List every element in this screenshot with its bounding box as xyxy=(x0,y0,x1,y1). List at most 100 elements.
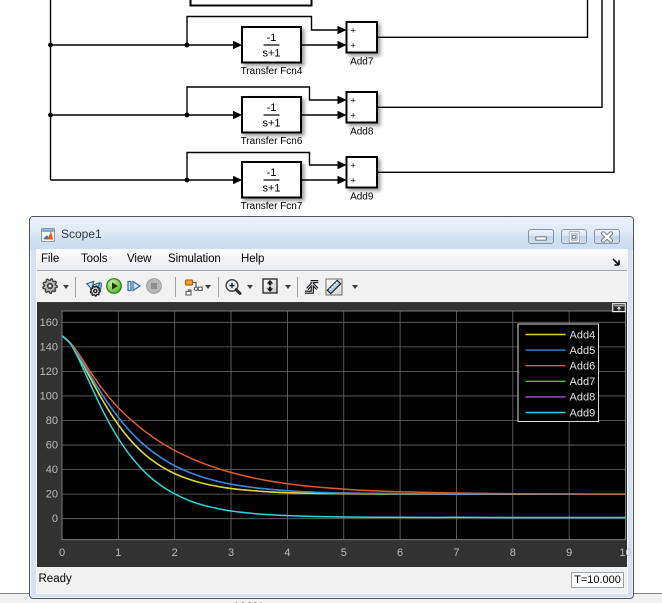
x-tick-label: 1 xyxy=(115,547,121,559)
signal-arrowhead xyxy=(233,41,242,50)
restore-icon-core xyxy=(573,235,576,238)
simulation-config-button[interactable] xyxy=(83,278,102,297)
signal-arrowhead xyxy=(338,161,347,170)
icon-canvas xyxy=(262,278,278,294)
signal-line xyxy=(377,0,602,107)
autoscale-button[interactable] xyxy=(262,278,278,297)
restore-button[interactable] xyxy=(561,229,587,244)
diagram-row: -1s+1Transfer Fcn4++Add7 xyxy=(241,22,377,77)
transfer-fcn-block: -1s+1 xyxy=(242,97,301,133)
measurements-button[interactable] xyxy=(325,278,343,297)
scope-toolbar xyxy=(37,272,627,303)
menu-item-file[interactable]: File xyxy=(41,253,59,265)
signal-arrowhead xyxy=(338,96,347,105)
play-button[interactable] xyxy=(106,278,122,297)
legend-label: Add5 xyxy=(570,345,596,357)
icon-canvas xyxy=(42,278,58,294)
screenshot-stage: -1s+1Transfer Fcn4++Add7-1s+1Transfer Fc… xyxy=(0,0,662,603)
x-tick-label: 5 xyxy=(341,547,347,559)
icon-canvas xyxy=(106,278,122,294)
selector-block-right xyxy=(198,287,202,290)
signal-selector-dropdown-arrow[interactable] xyxy=(205,285,211,289)
magnifier-handle xyxy=(236,290,240,294)
menubar-dock-arrow[interactable] xyxy=(612,258,621,267)
signal-arrowhead xyxy=(338,176,347,185)
icon-canvas xyxy=(126,278,142,294)
autoscale-dropdown-arrow[interactable] xyxy=(285,285,291,289)
small-gear-hole xyxy=(94,289,97,292)
legend-label: Add9 xyxy=(570,407,596,419)
zoom-dropdown-arrow[interactable] xyxy=(247,285,253,289)
tf-denominator: s+1 xyxy=(262,118,280,130)
diagram-row: -1s+1Transfer Fcn6++Add8 xyxy=(241,92,377,147)
plus-sign: + xyxy=(351,41,356,51)
menu-item-tools[interactable]: Tools xyxy=(81,253,107,265)
plus-sign: + xyxy=(351,111,356,121)
measurements-dropdown-arrow[interactable] xyxy=(352,285,358,289)
partial-block xyxy=(191,0,312,6)
minimize-icon xyxy=(536,236,547,239)
transfer-fcn-block: -1s+1 xyxy=(242,162,301,198)
close-button[interactable] xyxy=(594,229,620,244)
menu-item-view[interactable]: View xyxy=(127,253,151,265)
parameters-dropdown-arrow[interactable] xyxy=(63,285,69,289)
gear-hole xyxy=(48,284,53,289)
y-tick-label: 80 xyxy=(46,415,58,427)
save-axes-button[interactable] xyxy=(303,278,320,297)
zoom-button[interactable] xyxy=(224,278,243,297)
add-label: Add7 xyxy=(350,57,374,68)
add-block: ++ xyxy=(347,22,378,53)
signal-line xyxy=(377,0,614,172)
scope-menubar: File Tools View Simulation Help xyxy=(37,250,627,271)
icon-canvas xyxy=(146,278,162,294)
transfer-fcn-block: -1s+1 xyxy=(242,27,301,63)
parameters-button[interactable] xyxy=(42,278,58,297)
toolbar-separator xyxy=(175,277,176,297)
scope-titlebar[interactable]: Scope1 xyxy=(30,217,633,250)
y-tick-label: 20 xyxy=(46,489,58,501)
x-tick-label: 8 xyxy=(510,547,516,559)
save-axes-arrow-icon xyxy=(305,282,318,293)
tf-numerator: -1 xyxy=(267,102,277,114)
x-tick-label: 3 xyxy=(228,547,234,559)
selector-block-bottom xyxy=(186,291,191,295)
minimize-button[interactable] xyxy=(528,229,554,244)
add-block: ++ xyxy=(347,92,378,123)
x-tick-label: 10 xyxy=(619,547,631,559)
tf-numerator: -1 xyxy=(267,32,277,44)
toolbar-separator xyxy=(297,277,298,297)
menu-item-simulation[interactable]: Simulation xyxy=(168,253,221,265)
legend: Add4Add5Add6Add7Add8Add9 xyxy=(518,324,599,422)
scope-statusbar: Ready T=10.000 xyxy=(37,567,627,593)
stop-button[interactable] xyxy=(146,278,162,297)
selector-node xyxy=(194,287,197,290)
window-controls xyxy=(528,229,620,244)
scope-plot: 012345678910020406080100120140160Add4Add… xyxy=(37,303,627,566)
add-label: Add8 xyxy=(350,127,374,138)
legend-label: Add4 xyxy=(570,329,596,341)
plus-sign: + xyxy=(351,26,356,36)
y-tick-label: 0 xyxy=(52,513,58,525)
plus-sign: + xyxy=(351,96,356,106)
tf-label: Transfer Fcn4 xyxy=(241,66,303,77)
expand-axes-button[interactable] xyxy=(613,304,626,312)
step-forward-button[interactable] xyxy=(126,278,142,297)
add-block: ++ xyxy=(347,157,378,188)
dock-arrow-icon xyxy=(613,259,619,265)
tf-label: Transfer Fcn6 xyxy=(241,136,303,147)
y-tick-label: 120 xyxy=(40,366,58,378)
y-tick-label: 60 xyxy=(46,440,58,452)
y-tick-label: 100 xyxy=(40,390,58,402)
scope-plot-region: 012345678910020406080100120140160Add4Add… xyxy=(37,303,627,567)
signal-arrowhead xyxy=(338,26,347,35)
signal-arrowhead xyxy=(338,41,347,50)
simulation-time-box: T=10.000 xyxy=(571,572,624,588)
plus-sign: + xyxy=(351,161,356,171)
zoom-level-text: 100% xyxy=(233,600,264,603)
y-tick-label: 40 xyxy=(46,464,58,476)
signal-selector-button[interactable] xyxy=(183,278,203,297)
menu-item-help[interactable]: Help xyxy=(241,253,264,265)
window-title: Scope1 xyxy=(61,227,102,241)
scope-client-area: FileToolsViewSimulationHelp 012345678910… xyxy=(37,250,627,593)
tf-denominator: s+1 xyxy=(262,183,280,195)
